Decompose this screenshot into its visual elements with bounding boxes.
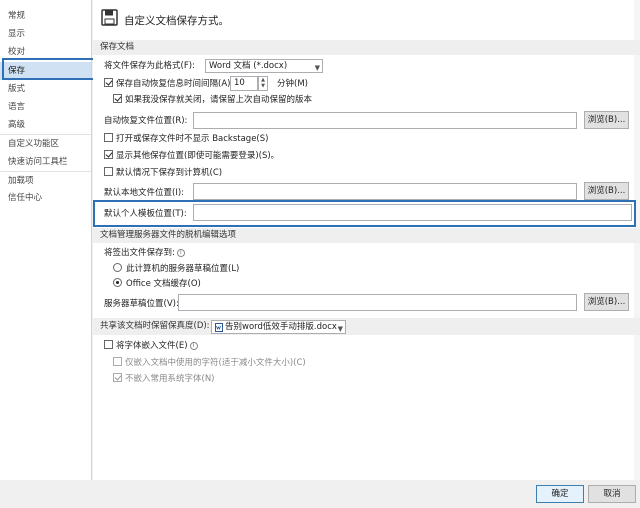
sidebar-item-quick-access[interactable]: 快速访问工具栏 — [0, 153, 91, 171]
radio-server[interactable] — [113, 263, 122, 272]
sidebar-item-addins[interactable]: 加载项 — [0, 170, 91, 189]
default-local-input[interactable] — [193, 183, 577, 200]
minutes-label: 分钟(M) — [277, 79, 308, 89]
radio-office-cache[interactable] — [113, 278, 122, 287]
checkout-label: 将签出文件保存到: — [104, 248, 175, 258]
sidebar-item-trust-center[interactable]: 信任中心 — [0, 189, 91, 207]
autorecover-label: 保存自动恢复信息时间间隔(A) — [116, 79, 231, 89]
show-other-row[interactable]: 显示其他保存位置(即使可能需要登录)(S)。 — [104, 149, 279, 163]
radio-server-label: 此计算机的服务器草稿位置(L) — [126, 264, 240, 274]
sidebar-item-display[interactable]: 显示 — [0, 25, 91, 43]
no-backstage-label: 打开或保存文件时不显示 Backstage(S) — [116, 134, 269, 144]
browse-autorecover-button[interactable]: 浏览(B)... — [584, 111, 629, 129]
checkout-label-row: 将签出文件保存到: i — [104, 246, 185, 260]
floppy-disk-icon — [101, 9, 118, 26]
section-header-save-docs: 保存文档 — [93, 40, 640, 55]
embed-fonts-checkbox[interactable] — [104, 340, 113, 349]
radio-office-label: Office 文档缓存(O) — [126, 279, 201, 289]
show-other-checkbox[interactable] — [104, 150, 113, 159]
radio-office-row[interactable]: Office 文档缓存(O) — [113, 277, 201, 291]
server-drafts-label: 服务器草稿位置(V): — [104, 299, 179, 309]
no-common-checkbox[interactable] — [113, 373, 122, 382]
default-computer-label: 默认情况下保存到计算机(C) — [116, 168, 223, 178]
default-computer-row[interactable]: 默认情况下保存到计算机(C) — [104, 166, 222, 180]
sidebar-item-layout[interactable]: 版式 — [0, 80, 91, 98]
dialog-footer: 确定 取消 — [0, 480, 640, 508]
options-content: 自定义文档保存方式。 保存文档 将文件保存为此格式(F): Word 文档 (*… — [93, 0, 640, 480]
fidelity-label: 共享该文档时保留保真度(D): — [100, 321, 210, 331]
fidelity-doc-select[interactable]: 告别word低效手动排版.docx ▼ — [211, 320, 346, 334]
section-header-fidelity: 共享该文档时保留保真度(D): — [93, 318, 640, 335]
default-computer-checkbox[interactable] — [104, 167, 113, 176]
chevron-down-icon: ▼ — [314, 64, 320, 72]
section-header-offline: 文档管理服务器文件的脱机编辑选项 — [93, 228, 640, 243]
info-icon: i — [189, 342, 198, 350]
format-label: 将文件保存为此格式(F): — [104, 61, 195, 71]
no-backstage-row[interactable]: 打开或保存文件时不显示 Backstage(S) — [104, 132, 268, 146]
ok-button[interactable]: 确定 — [536, 485, 584, 503]
only-used-row[interactable]: 仅嵌入文档中使用的字符(适于减小文件大小)(C) — [113, 356, 306, 370]
template-location-highlight — [93, 200, 636, 227]
server-drafts-input[interactable] — [178, 294, 577, 311]
autorecover-location-label: 自动恢复文件位置(R): — [104, 116, 188, 126]
keep-last-row[interactable]: 如果我没保存就关闭，请保留上次自动保留的版本 — [113, 93, 312, 107]
chevron-down-icon: ▼ — [337, 325, 343, 333]
no-backstage-checkbox[interactable] — [104, 133, 113, 142]
only-used-label: 仅嵌入文档中使用的字符(适于减小文件大小)(C) — [125, 358, 306, 368]
fidelity-doc-value: 告别word低效手动排版.docx — [225, 322, 337, 332]
keep-last-checkbox[interactable] — [113, 94, 122, 103]
default-local-label: 默认本地文件位置(I): — [104, 188, 185, 198]
info-icon: i — [176, 249, 185, 257]
only-used-checkbox[interactable] — [113, 357, 122, 366]
format-select-value: Word 文档 (*.docx) — [209, 61, 288, 71]
no-common-label: 不嵌入常用系统字体(N) — [125, 374, 215, 384]
autorecover-checkbox[interactable] — [104, 78, 113, 87]
minutes-spinner[interactable]: ▲ ▼ — [258, 76, 268, 91]
radio-server-row[interactable]: 此计算机的服务器草稿位置(L) — [113, 262, 239, 276]
sidebar-item-customize-ribbon[interactable]: 自定义功能区 — [0, 134, 91, 152]
active-item-highlight — [2, 58, 95, 80]
sidebar-item-language[interactable]: 语言 — [0, 98, 91, 116]
no-common-row[interactable]: 不嵌入常用系统字体(N) — [113, 372, 215, 386]
embed-fonts-label: 将字体嵌入文件(E) — [116, 341, 188, 351]
show-other-label: 显示其他保存位置(即使可能需要登录)(S)。 — [116, 151, 280, 161]
cancel-button[interactable]: 取消 — [588, 485, 636, 503]
format-select[interactable]: Word 文档 (*.docx) ▼ — [205, 59, 323, 73]
sidebar-item-general[interactable]: 常规 — [0, 7, 91, 25]
browse-server-drafts-button[interactable]: 浏览(B)... — [584, 293, 629, 311]
word-doc-icon — [215, 323, 223, 332]
autorecover-minutes-input[interactable]: 10 — [230, 76, 258, 91]
sidebar-item-advanced[interactable]: 高级 — [0, 116, 91, 134]
page-title: 自定义文档保存方式。 — [124, 15, 229, 27]
browse-default-local-button[interactable]: 浏览(B)... — [584, 182, 629, 200]
autorecover-row[interactable]: 保存自动恢复信息时间间隔(A) — [104, 77, 230, 91]
embed-fonts-row[interactable]: 将字体嵌入文件(E) i — [104, 339, 198, 353]
keep-last-label: 如果我没保存就关闭，请保留上次自动保留的版本 — [125, 95, 313, 105]
autorecover-location-input[interactable] — [193, 112, 577, 129]
